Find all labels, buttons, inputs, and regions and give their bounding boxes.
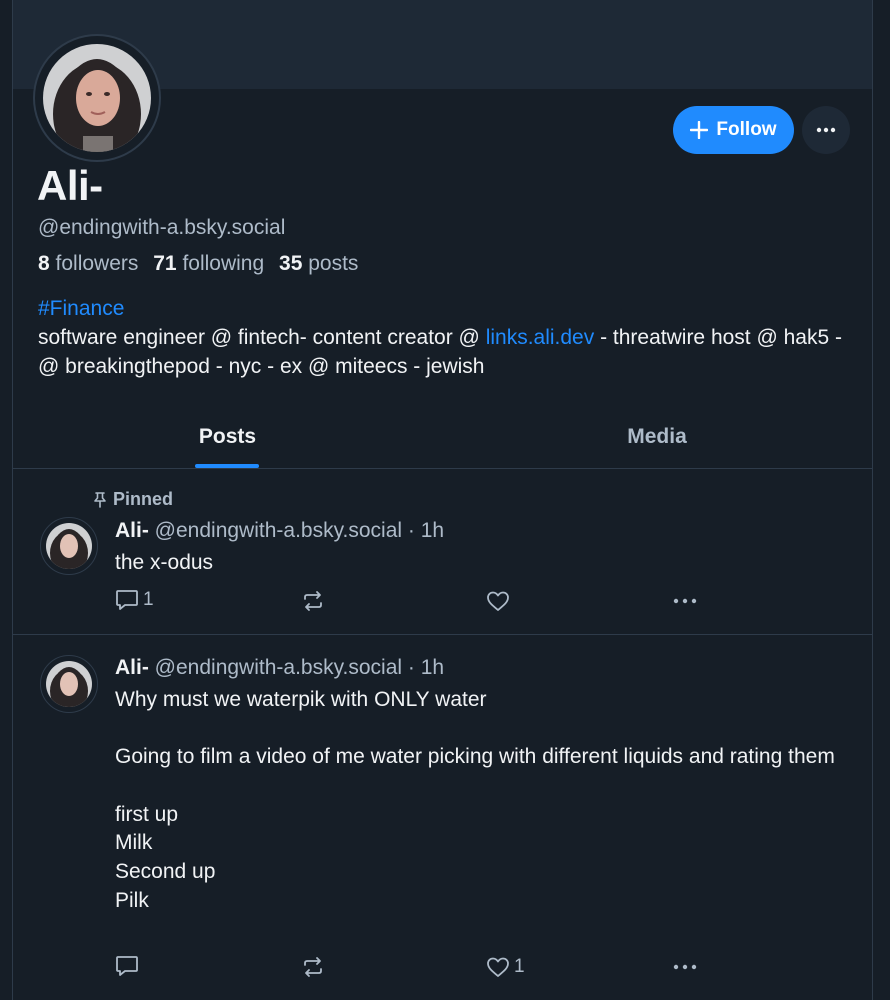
like-button[interactable] bbox=[486, 590, 514, 612]
ellipsis-icon bbox=[816, 127, 836, 133]
post-more-button[interactable] bbox=[673, 964, 697, 970]
tab-posts-label: Posts bbox=[198, 424, 257, 448]
follow-button[interactable]: Follow bbox=[673, 106, 794, 154]
reply-button[interactable]: 1 bbox=[115, 589, 154, 611]
pinned-indicator: Pinned bbox=[93, 489, 173, 510]
feed-post[interactable]: Pinned Ali- @endingwith-a.bsky.social · … bbox=[13, 469, 872, 635]
post-time-separator: · bbox=[407, 656, 415, 679]
post-time-separator: · bbox=[407, 519, 415, 542]
profile-column: Follow Ali- @endingwith-a.bsky.social 8 … bbox=[12, 0, 873, 1000]
repost-button[interactable] bbox=[301, 956, 329, 978]
like-count: 1 bbox=[514, 956, 525, 977]
heart-icon bbox=[486, 956, 510, 978]
tab-media-label: Media bbox=[627, 424, 687, 448]
comment-icon bbox=[115, 589, 139, 611]
reply-count: 1 bbox=[143, 589, 154, 610]
posts-stat: 35 posts bbox=[279, 252, 358, 275]
post-line: Going to film a video of me water pickin… bbox=[115, 745, 835, 769]
following-link[interactable]: 71 following bbox=[153, 252, 264, 275]
bio-text-1: software engineer @ fintech- content cre… bbox=[38, 326, 486, 349]
posts-label: posts bbox=[308, 252, 359, 275]
post-avatar[interactable] bbox=[40, 655, 98, 713]
avatar-photo bbox=[46, 661, 92, 707]
post-header: Ali- @endingwith-a.bsky.social · 1h bbox=[115, 519, 444, 543]
profile-handle: @endingwith-a.bsky.social bbox=[38, 216, 286, 239]
repost-icon bbox=[301, 590, 325, 612]
profile-page: Follow Ali- @endingwith-a.bsky.social 8 … bbox=[0, 0, 890, 1000]
post-author[interactable]: Ali- bbox=[115, 519, 149, 542]
plus-icon bbox=[690, 121, 709, 139]
bio-link[interactable]: links.ali.dev bbox=[486, 326, 595, 349]
feed-post[interactable]: Ali- @endingwith-a.bsky.social · 1h Why … bbox=[13, 635, 872, 1000]
profile-more-button[interactable] bbox=[802, 106, 850, 154]
ellipsis-icon bbox=[673, 598, 697, 604]
following-label: following bbox=[182, 252, 265, 275]
profile-tabs: Posts Media bbox=[13, 405, 872, 469]
post-line: Second up bbox=[115, 860, 216, 884]
post-handle[interactable]: @endingwith-a.bsky.social bbox=[155, 519, 402, 542]
avatar-photo bbox=[46, 523, 92, 569]
post-more-button[interactable] bbox=[673, 598, 697, 604]
profile-bio: #Finance software engineer @ fintech- co… bbox=[38, 294, 858, 381]
followers-link[interactable]: 8 followers bbox=[38, 252, 138, 275]
post-time[interactable]: 1h bbox=[421, 519, 444, 542]
profile-stats: 8 followers 71 following 35 posts bbox=[38, 252, 358, 276]
following-count: 71 bbox=[153, 252, 177, 275]
post-handle[interactable]: @endingwith-a.bsky.social bbox=[155, 656, 402, 679]
repost-button[interactable] bbox=[301, 590, 329, 612]
display-name: Ali- bbox=[37, 162, 103, 209]
post-line: Milk bbox=[115, 831, 153, 855]
post-line: Why must we waterpik with ONLY water bbox=[115, 688, 487, 711]
post-line: Pilk bbox=[115, 888, 149, 912]
tab-media[interactable]: Media bbox=[442, 405, 872, 468]
active-tab-indicator bbox=[195, 464, 259, 468]
tab-posts[interactable]: Posts bbox=[13, 405, 442, 468]
comment-icon bbox=[115, 955, 139, 977]
posts-count: 35 bbox=[279, 252, 303, 275]
post-header: Ali- @endingwith-a.bsky.social · 1h bbox=[115, 656, 444, 680]
heart-icon bbox=[486, 590, 510, 612]
post-line: first up bbox=[115, 802, 179, 826]
post-text: the x-odus bbox=[115, 551, 214, 574]
follow-label: Follow bbox=[716, 119, 777, 140]
reply-button[interactable] bbox=[115, 955, 143, 977]
hashtag-link[interactable]: #Finance bbox=[38, 297, 124, 320]
like-button[interactable]: 1 bbox=[486, 956, 525, 978]
post-time[interactable]: 1h bbox=[421, 656, 444, 679]
followers-label: followers bbox=[55, 252, 139, 275]
post-author[interactable]: Ali- bbox=[115, 656, 149, 679]
ellipsis-icon bbox=[673, 964, 697, 970]
pin-icon bbox=[93, 491, 107, 508]
pinned-label: Pinned bbox=[113, 489, 174, 509]
profile-avatar[interactable] bbox=[33, 34, 161, 162]
post-text: Why must we waterpik with ONLY water Goi… bbox=[115, 686, 855, 916]
avatar-photo bbox=[43, 44, 151, 152]
repost-icon bbox=[301, 956, 325, 978]
post-avatar[interactable] bbox=[40, 517, 98, 575]
followers-count: 8 bbox=[38, 252, 50, 275]
